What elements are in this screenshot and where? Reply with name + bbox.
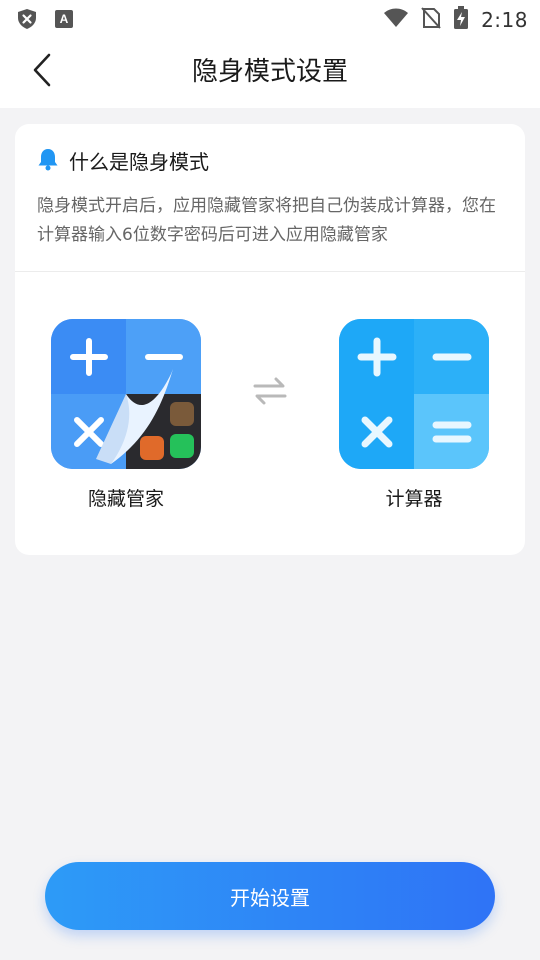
font-a-icon: A [54,9,74,33]
multiply-icon [339,394,414,469]
page-title: 隐身模式设置 [191,57,348,87]
calculator-label: 计算器 [385,488,443,510]
status-time: 2:18 [481,8,528,32]
plus-icon [339,319,414,394]
app-header: 隐身模式设置 [0,36,540,108]
divider [15,271,525,272]
status-bar: A 2:18 [0,0,540,36]
hidden-manager-app-icon [51,319,201,469]
calculator-app-icon [339,319,489,469]
page-curl-icon [96,369,173,464]
info-description: 隐身模式开启后，应用隐藏管家将把自己伪装成计算器，您在计算器输入6位数字密码后可… [37,196,496,245]
no-sim-icon [421,7,441,33]
minus-icon [414,319,489,394]
info-title: 什么是隐身模式 [69,150,209,174]
bell-icon [37,147,59,175]
start-setup-button[interactable]: 开始设置 [45,862,495,930]
battery-charging-icon [453,6,469,34]
hidden-manager-label: 隐藏管家 [87,488,164,510]
info-card: 什么是隐身模式 隐身模式开启后，应用隐藏管家将把自己伪装成计算器，您在计算器输入… [15,124,525,555]
shield-close-icon [16,8,38,34]
swap-arrows-icon [251,376,289,410]
equals-icon [414,394,489,469]
svg-text:A: A [60,12,69,26]
info-title-row: 什么是隐身模式 [37,146,209,175]
wifi-icon [383,8,409,32]
